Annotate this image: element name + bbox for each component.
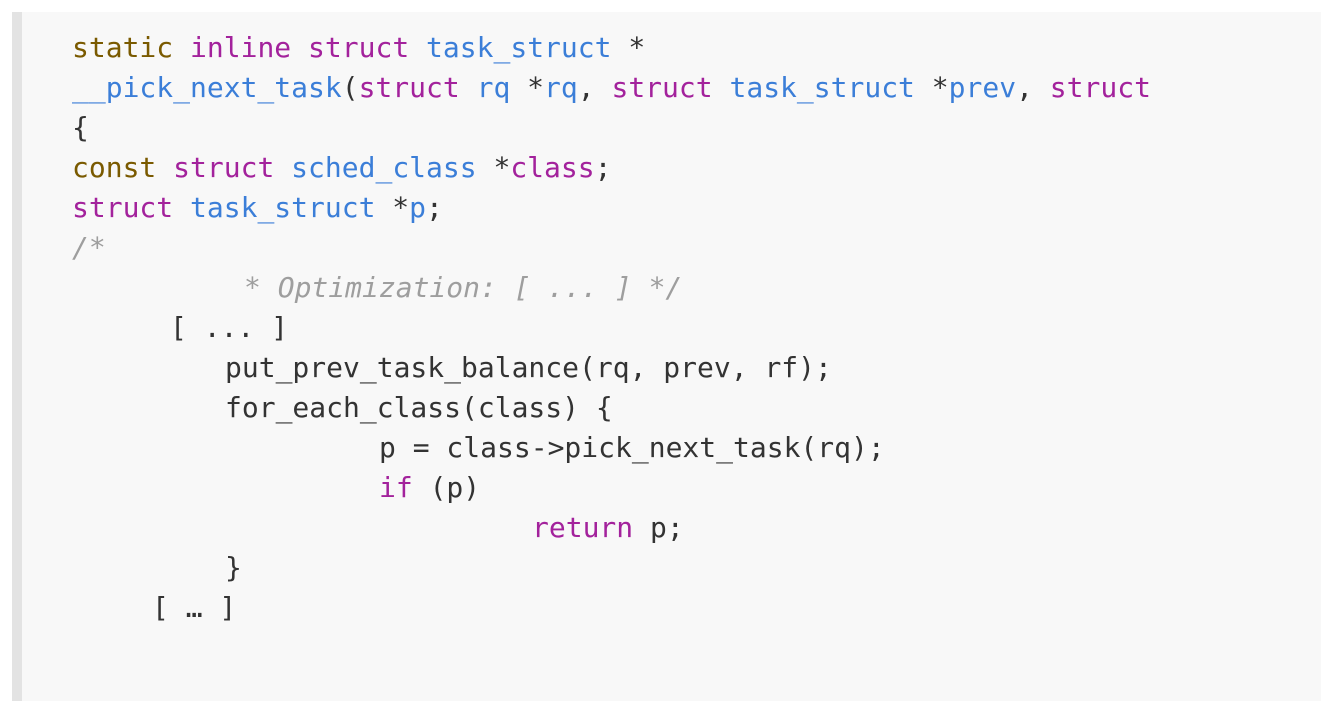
code-token: sched_class: [291, 151, 477, 184]
code-token: return: [532, 511, 634, 544]
code-line: {: [72, 108, 89, 148]
code-token: ;: [594, 151, 612, 184]
code-token: *: [611, 31, 646, 64]
code-token: class: [510, 151, 595, 184]
code-token: *: [510, 71, 545, 104]
code-line: if (p): [379, 468, 480, 508]
code-token: *: [476, 151, 511, 184]
code-token: p: [409, 191, 427, 224]
code-token: static: [72, 31, 174, 64]
code-line: struct task_struct *p;: [72, 188, 443, 228]
code-token: }: [225, 551, 242, 584]
code-token: struct: [358, 71, 460, 104]
code-token: task_struct: [190, 191, 376, 224]
code-token: prev: [948, 71, 1017, 104]
code-token: ;: [426, 191, 443, 224]
code-token: *: [375, 191, 410, 224]
code-line: put_prev_task_balance(rq, prev, rf);: [225, 348, 832, 388]
code-token: __pick_next_task: [72, 71, 342, 104]
code-block-border: [12, 12, 22, 701]
code-token: put_prev_task_balance(rq, prev, rf);: [225, 351, 832, 384]
code-line: /*: [72, 228, 106, 268]
code-token: const: [72, 151, 157, 184]
code-token: if: [379, 471, 413, 504]
code-token: ,: [577, 71, 612, 104]
code-line: * Optimization: [ ... ] */: [244, 268, 682, 308]
code-token: (: [341, 71, 359, 104]
code-token: struct: [611, 71, 713, 104]
code-token: * Optimization: [ ... ] */: [244, 271, 683, 304]
code-token: struct: [173, 151, 275, 184]
code-token: *: [914, 71, 949, 104]
code-token: [ … ]: [152, 591, 237, 624]
code-line: [ … ]: [152, 588, 236, 628]
code-token: {: [72, 111, 89, 144]
code-token: p = class->pick_next_task(rq);: [379, 431, 885, 464]
code-token: ,: [1016, 71, 1050, 104]
code-line: [ ... ]: [170, 308, 288, 348]
code-line: static inline struct task_struct *: [72, 28, 645, 68]
code-token: struct: [308, 31, 410, 64]
code-token: rq: [544, 71, 578, 104]
code-line: return p;: [532, 508, 684, 548]
code-line: }: [225, 548, 242, 588]
code-token: p;: [633, 511, 684, 544]
code-line: p = class->pick_next_task(rq);: [379, 428, 885, 468]
code-token: inline: [190, 31, 292, 64]
code-token: for_each_class(class) {: [225, 391, 613, 424]
code-block: static inline struct task_struct * __pick…: [12, 12, 1321, 701]
code-line: __pick_next_task(struct rq *rq, struct t…: [72, 68, 1151, 108]
code-token: /*: [72, 231, 106, 264]
code-token: [ ... ]: [170, 311, 289, 344]
code-token: rq: [476, 71, 511, 104]
code-token: struct: [1049, 71, 1151, 104]
code-line: for_each_class(class) {: [225, 388, 613, 428]
code-token: task_struct: [426, 31, 612, 64]
code-token: struct: [72, 191, 174, 224]
code-token: task_struct: [729, 71, 915, 104]
code-line: const struct sched_class *class;: [72, 148, 611, 188]
code-token: (p): [412, 471, 481, 504]
